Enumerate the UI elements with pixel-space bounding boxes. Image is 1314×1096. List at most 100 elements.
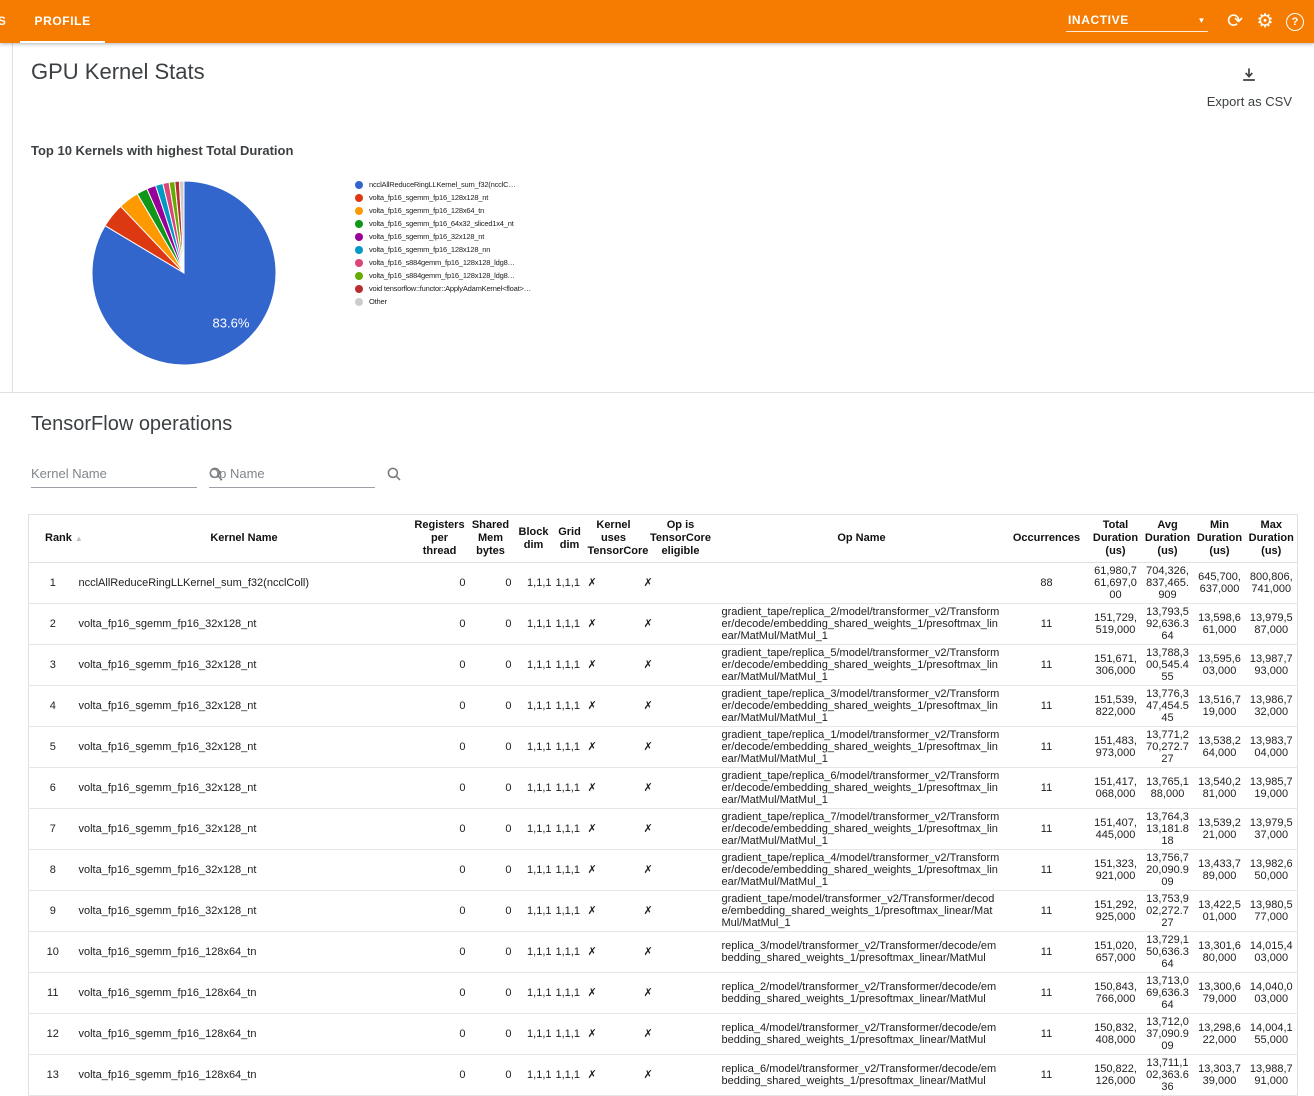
tab-profile[interactable]: PROFILE [20,0,104,43]
column-header-op[interactable]: Op Name [720,515,1004,563]
legend-swatch-icon [355,207,363,215]
table-row[interactable]: 4volta_fp16_sgemm_fp16_32x128_nt001,1,11… [29,686,1298,727]
cell-uses_tc: ✗ [586,604,642,645]
settings-button[interactable]: ⚙ [1250,7,1280,37]
cell-shared: 0 [468,686,514,727]
cell-op: gradient_tape/replica_7/model/transforme… [720,809,1004,850]
table-row[interactable]: 1ncclAllReduceRingLLKernel_sum_f32(ncclC… [29,563,1298,604]
cell-block: 1,1,1 [514,1014,554,1055]
cell-grid: 1,1,1 [554,1014,586,1055]
cell-avg: 13,711,102,363.636 [1142,1055,1194,1096]
cell-min: 13,595,603,000 [1194,645,1246,686]
column-header-shared[interactable]: Shared Mem bytes [468,515,514,563]
cell-grid: 1,1,1 [554,563,586,604]
column-header-block[interactable]: Block dim [514,515,554,563]
cell-min: 13,598,661,000 [1194,604,1246,645]
cell-tc_eligible: ✗ [642,727,720,768]
cell-min: 13,422,501,000 [1194,891,1246,932]
cell-occ: 11 [1004,768,1090,809]
table-row[interactable]: 9volta_fp16_sgemm_fp16_32x128_nt001,1,11… [29,891,1298,932]
cell-max: 13,983,704,000 [1246,727,1298,768]
cell-uses_tc: ✗ [586,891,642,932]
reload-button[interactable]: ⟳ [1220,7,1250,37]
column-header-regs[interactable]: Registers per thread [412,515,468,563]
column-header-total[interactable]: Total Duration (us) [1090,515,1142,563]
export-csv-button[interactable]: Export as CSV [1207,65,1292,109]
column-header-uses_tc[interactable]: Kernel uses TensorCore [586,515,642,563]
cell-block: 1,1,1 [514,973,554,1014]
table-row[interactable]: 8volta_fp16_sgemm_fp16_32x128_nt001,1,11… [29,850,1298,891]
cell-shared: 0 [468,809,514,850]
cell-total: 151,671,306,000 [1090,645,1142,686]
legend-swatch-icon [355,285,363,293]
cell-occ: 11 [1004,686,1090,727]
kernel-name-input[interactable] [31,462,207,485]
table-row[interactable]: 2volta_fp16_sgemm_fp16_32x128_nt001,1,11… [29,604,1298,645]
cell-occ: 11 [1004,809,1090,850]
cell-tc_eligible: ✗ [642,973,720,1014]
cell-shared: 0 [468,727,514,768]
table-row[interactable]: 6volta_fp16_sgemm_fp16_32x128_nt001,1,11… [29,768,1298,809]
column-header-max[interactable]: Max Duration (us) [1246,515,1298,563]
legend-item[interactable]: ncclAllReduceRingLLKernel_sum_f32(ncclC… [355,181,570,190]
column-header-rank[interactable]: Rank▲ [29,515,77,563]
cell-block: 1,1,1 [514,932,554,973]
run-selector[interactable]: INACTIVE ▼ [1066,11,1208,32]
legend-item[interactable]: Other [355,298,570,307]
cell-avg: 13,729,150,636.364 [1142,932,1194,973]
cell-rank: 3 [29,645,77,686]
kernel-stats-table: Rank▲Kernel NameRegisters per threadShar… [28,514,1298,1096]
table-row[interactable]: 5volta_fp16_sgemm_fp16_32x128_nt001,1,11… [29,727,1298,768]
column-header-grid[interactable]: Grid dim [554,515,586,563]
cell-block: 1,1,1 [514,1055,554,1096]
table-row[interactable]: 11volta_fp16_sgemm_fp16_128x64_tn001,1,1… [29,973,1298,1014]
chart-title: Top 10 Kernels with highest Total Durati… [31,143,293,158]
cell-op: replica_3/model/transformer_v2/Transform… [720,932,1004,973]
cell-grid: 1,1,1 [554,727,586,768]
cell-shared: 0 [468,768,514,809]
cell-uses_tc: ✗ [586,686,642,727]
legend-item[interactable]: volta_fp16_s884gemm_fp16_128x128_ldg8… [355,259,570,268]
legend-swatch-icon [355,272,363,280]
legend-label: volta_fp16_s884gemm_fp16_128x128_ldg8… [369,259,515,268]
column-header-avg[interactable]: Avg Duration (us) [1142,515,1194,563]
legend-item[interactable]: volta_fp16_sgemm_fp16_128x64_tn [355,207,570,216]
tab-graphs[interactable]: PHS [0,0,20,43]
legend-item[interactable]: void tensorflow::functor::ApplyAdamKerne… [355,285,570,294]
cell-uses_tc: ✗ [586,563,642,604]
cell-block: 1,1,1 [514,809,554,850]
cell-max: 13,988,791,000 [1246,1055,1298,1096]
help-button[interactable]: ? [1280,7,1310,37]
table-row[interactable]: 3volta_fp16_sgemm_fp16_32x128_nt001,1,11… [29,645,1298,686]
column-header-occ[interactable]: Occurrences [1004,515,1090,563]
cell-grid: 1,1,1 [554,768,586,809]
column-header-kernel[interactable]: Kernel Name [77,515,412,563]
cell-regs: 0 [412,932,468,973]
cell-kernel: volta_fp16_sgemm_fp16_32x128_nt [77,686,412,727]
legend-item[interactable]: volta_fp16_s884gemm_fp16_128x128_ldg8… [355,272,570,281]
legend-item[interactable]: volta_fp16_sgemm_fp16_128x128_nn [355,246,570,255]
legend-item[interactable]: volta_fp16_sgemm_fp16_64x32_sliced1x4_nt [355,220,570,229]
column-header-tc_eligible[interactable]: Op is TensorCore eligible [642,515,720,563]
legend-item[interactable]: volta_fp16_sgemm_fp16_128x128_nt [355,194,570,203]
cell-op [720,563,1004,604]
cell-uses_tc: ✗ [586,1014,642,1055]
cell-total: 150,822,126,000 [1090,1055,1142,1096]
op-name-input[interactable] [209,462,385,485]
legend-swatch-icon [355,259,363,267]
cell-occ: 11 [1004,932,1090,973]
run-selector-value: INACTIVE [1068,13,1129,27]
table-row[interactable]: 10volta_fp16_sgemm_fp16_128x64_tn001,1,1… [29,932,1298,973]
cell-kernel: volta_fp16_sgemm_fp16_128x64_tn [77,973,412,1014]
table-row[interactable]: 7volta_fp16_sgemm_fp16_32x128_nt001,1,11… [29,809,1298,850]
cell-total: 151,292,925,000 [1090,891,1142,932]
cell-grid: 1,1,1 [554,932,586,973]
app-toolbar: PHS PROFILE INACTIVE ▼ ⟳ ⚙ ? [0,0,1314,43]
legend-item[interactable]: volta_fp16_sgemm_fp16_32x128_nt [355,233,570,242]
legend-label: ncclAllReduceRingLLKernel_sum_f32(ncclC… [369,181,516,190]
table-row[interactable]: 13volta_fp16_sgemm_fp16_128x64_tn001,1,1… [29,1055,1298,1096]
cell-avg: 13,712,037,090.909 [1142,1014,1194,1055]
cell-max: 14,004,155,000 [1246,1014,1298,1055]
table-row[interactable]: 12volta_fp16_sgemm_fp16_128x64_tn001,1,1… [29,1014,1298,1055]
column-header-min[interactable]: Min Duration (us) [1194,515,1246,563]
